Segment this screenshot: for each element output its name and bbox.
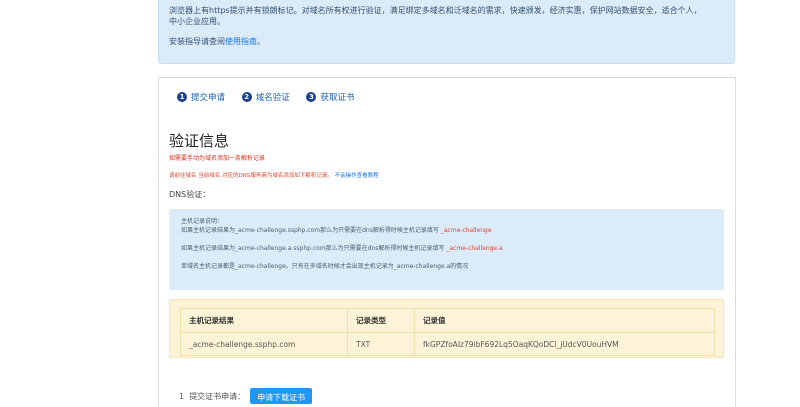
download-cert-button[interactable]: 申请下载证书 — [250, 388, 313, 404]
table-row: _acme-challenge.ssphp.com TXT fkGPZfoAIz… — [180, 332, 715, 356]
guide-suffix: 。 — [257, 37, 265, 46]
step-label-verify: 域名验证 — [255, 93, 290, 103]
info-text-line1: 浏览器上有https提示并有锁朗标记。对域名所有权进行验证，满足绑定多域名和泛域… — [169, 6, 702, 15]
submit-label: 提交证书申请： — [189, 391, 246, 401]
description-heading: 主机记录说明： — [181, 218, 224, 225]
page-title: 验证信息 — [169, 132, 230, 150]
step-get-cert: 3 获取证书 — [306, 91, 354, 103]
guide-prefix: 安装指导请查阅 — [169, 37, 225, 46]
dns-record-table-wrapper: 主机记录结果 记录类型 记录值 _acme-challenge.ssphp.co… — [169, 299, 724, 358]
dns-record-table: 主机记录结果 记录类型 记录值 _acme-challenge.ssphp.co… — [180, 308, 715, 356]
dns-note: 请前往域名 当前域名 对应的DNS服务商为域名添加如下解析记录。 不会操作查看教… — [169, 171, 379, 179]
step-verify: 2 域名验证 — [241, 91, 290, 103]
verification-panel: 1 提交申请 2 域名验证 3 获取证书 验证信息 如需要手动为域名添加一条解析… — [158, 77, 736, 407]
tutorial-link[interactable]: 不会操作查看教程 — [335, 173, 379, 179]
cell-record-value[interactable]: fkGPZfoAIz79ibF692Lq5OaqKQoDCl_jUdcV0Uou… — [414, 332, 715, 356]
description-line3: 单域名主机记录都是_acme-challenge。只有在多域名时候才会出现主机记… — [181, 263, 469, 270]
step-number-3: 3 — [306, 92, 317, 102]
header-record-type: 记录类型 — [347, 308, 415, 333]
cell-host-record[interactable]: _acme-challenge.ssphp.com — [180, 332, 348, 356]
header-host-record: 主机记录结果 — [180, 308, 348, 333]
dns-warning-text: 如需要手动为域名添加一条解析记录 — [169, 155, 266, 162]
description-line2-value: _acme-challenge.a — [446, 245, 503, 252]
step-number-2: 2 — [241, 92, 252, 102]
submit-step-number: 1 — [179, 391, 185, 401]
step-number-1: 1 — [177, 92, 187, 102]
usage-guide-link[interactable]: 使用指南 — [225, 37, 257, 46]
info-text-line2: 中小企业应用。 — [169, 17, 225, 26]
product-info-box: 浏览器上有https提示并有锁朗标记。对域名所有权进行验证，满足绑定多域名和泛域… — [158, 0, 735, 64]
dns-verification-label: DNS验证： — [169, 190, 211, 199]
cell-record-type[interactable]: TXT — [347, 332, 415, 356]
step-submit: 1 提交申请 — [177, 91, 225, 103]
install-guide-text: 安装指导请查阅使用指南。 — [169, 36, 724, 47]
description-line2: 如果主机记录结果为_acme-challenge.a.ssphp.com那么为只… — [181, 244, 712, 253]
host-record-description: 主机记录说明： 如果主机记录结果为_acme-challenge.ssphp.c… — [169, 209, 724, 290]
description-line1: 如果主机记录结果为_acme-challenge.ssphp.com那么为只需要… — [181, 226, 712, 235]
dns-note-text: 请前往域名 当前域名 对应的DNS服务商为域名添加如下解析记录。 — [169, 173, 333, 179]
step-indicator: 1 提交申请 2 域名验证 3 获取证书 — [177, 91, 368, 103]
header-record-value: 记录值 — [414, 308, 715, 333]
description-line1-text: 如果主机记录结果为_acme-challenge.ssphp.com那么为只需要… — [181, 227, 439, 234]
table-header-row: 主机记录结果 记录类型 记录值 — [180, 308, 715, 333]
step-label-submit: 提交申请 — [191, 93, 226, 103]
submit-row: 1 提交证书申请： 申请下载证书 — [179, 388, 313, 404]
step-label-get-cert: 获取证书 — [320, 93, 355, 103]
description-line2-text: 如果主机记录结果为_acme-challenge.a.ssphp.com那么为只… — [181, 245, 445, 252]
description-line1-value: _acme-challenge — [440, 227, 492, 234]
